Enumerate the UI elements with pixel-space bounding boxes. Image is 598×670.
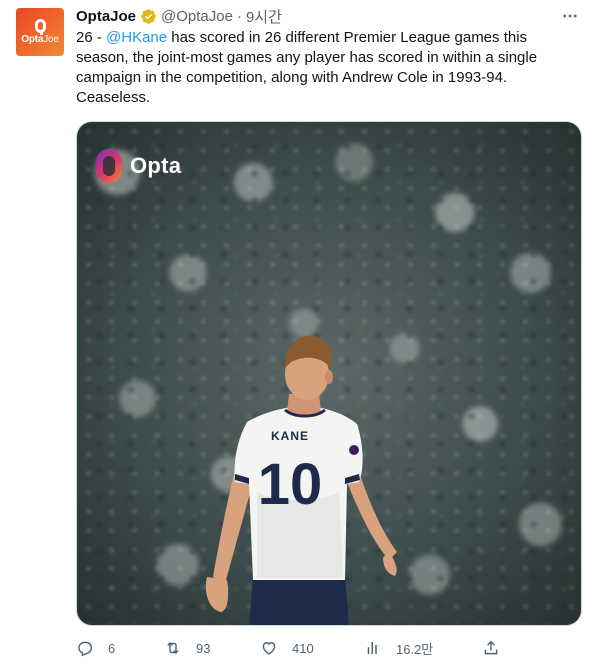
views-bars-icon	[367, 642, 377, 654]
like-count: 410	[292, 640, 314, 656]
tweet-header: OptaJoe @OptaJoe · 9시간	[76, 6, 282, 26]
mention-link[interactable]: @HKane	[106, 29, 167, 46]
avatar[interactable]: OptaJoe	[16, 8, 64, 56]
handle[interactable]: @OptaJoe	[161, 8, 233, 25]
reply-count: 6	[108, 640, 116, 656]
player-figure: KANE 10	[205, 335, 397, 625]
share-icon	[484, 640, 498, 655]
avatar-logo-text: OptaJoe	[21, 34, 59, 45]
retweet-icon	[167, 642, 179, 654]
reply-icon	[78, 641, 93, 657]
tweet[interactable]: OptaJoe OptaJoe @OptaJoe · 9시간 26 - @HKa…	[0, 0, 598, 670]
shirt-name: KANE	[271, 429, 309, 443]
share-button[interactable]	[482, 638, 500, 658]
tweet-text: 26 - @HKane has scored in 26 different P…	[76, 29, 538, 106]
opta-logo-icon	[34, 19, 46, 35]
retweet-button[interactable]: 93	[164, 638, 210, 658]
views-count: 16.2만	[396, 641, 434, 657]
shirt-number: 10	[258, 452, 323, 517]
heart-icon	[262, 642, 276, 655]
tweet-photo[interactable]: Opta KANE 10	[76, 121, 582, 626]
retweet-count: 93	[196, 640, 211, 656]
like-button[interactable]: 410	[260, 638, 314, 658]
views-button[interactable]: 16.2만	[364, 638, 433, 658]
verified-badge-icon[interactable]	[140, 8, 157, 25]
timestamp[interactable]: 9시간	[246, 6, 282, 27]
display-name[interactable]: OptaJoe	[76, 8, 136, 25]
more-dots-icon[interactable]	[558, 6, 582, 26]
action-bar: 6 93 410 16.2만	[76, 638, 506, 658]
separator-dot: ·	[236, 7, 242, 25]
reply-button[interactable]: 6	[76, 638, 115, 658]
